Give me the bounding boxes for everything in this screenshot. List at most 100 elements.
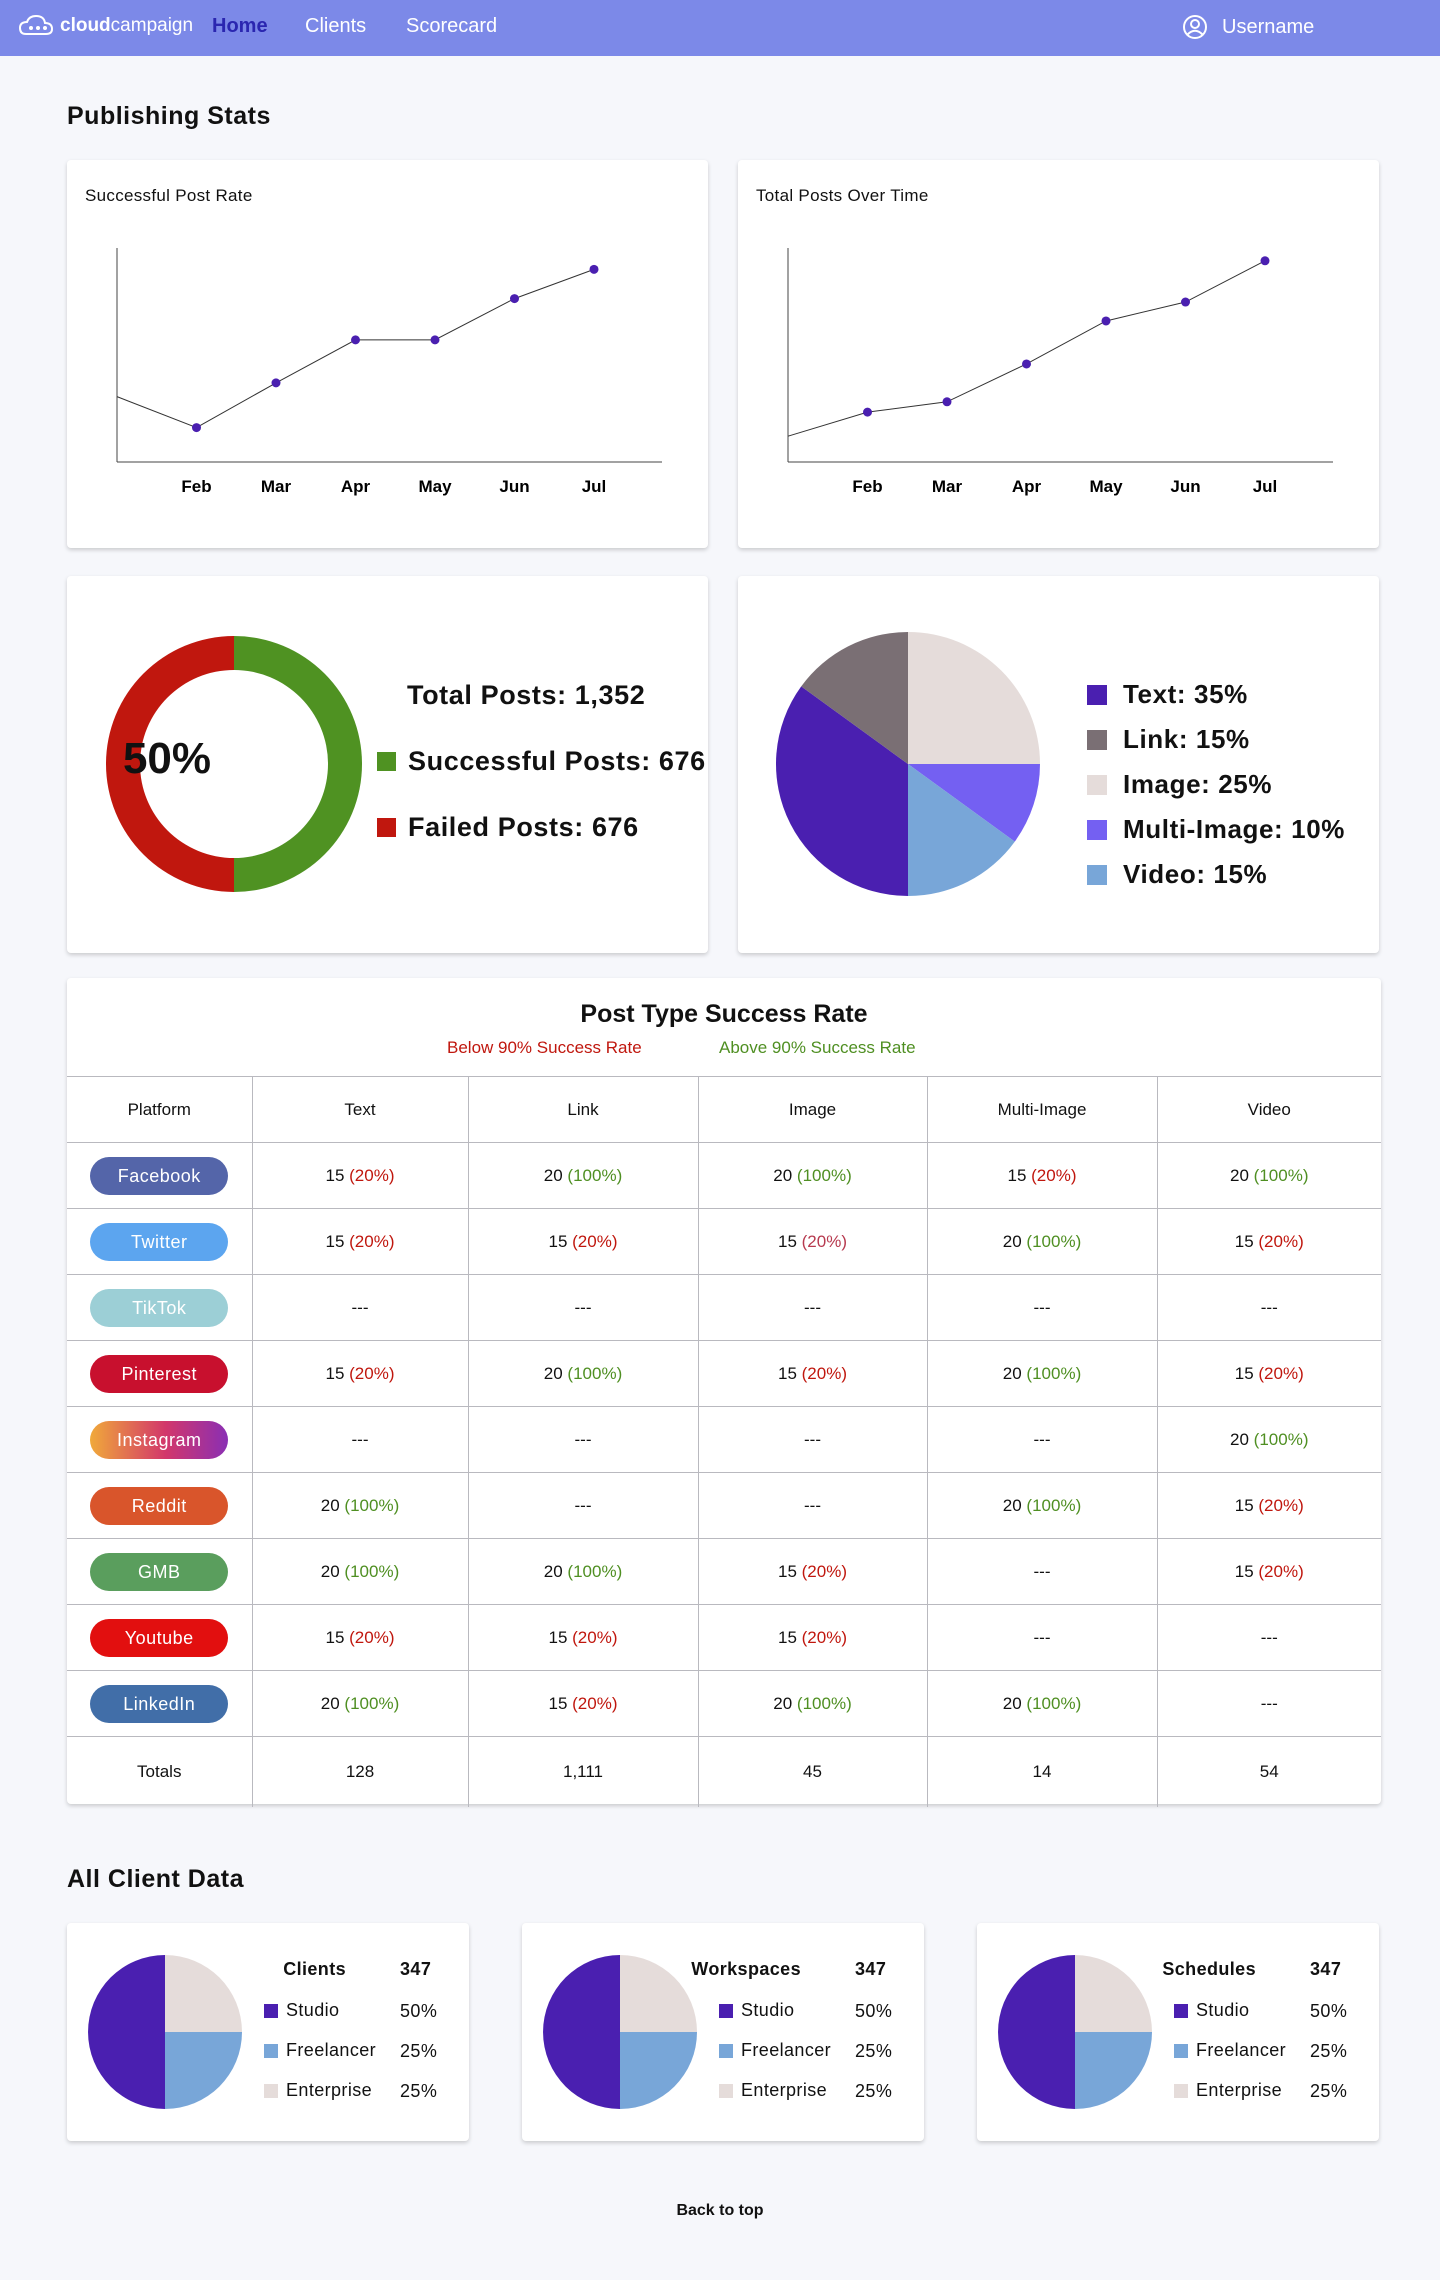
client-breakdown-item: Studio [719, 2000, 794, 2021]
post-count: 15 [777, 1231, 797, 1251]
nav-home[interactable]: Home [212, 15, 268, 38]
platform-badge-pinterest[interactable]: Pinterest [90, 1354, 229, 1393]
success-percent: (100%) [344, 1561, 400, 1581]
logo[interactable]: cloudcampaign [18, 14, 193, 38]
table-cell: 15 (20%) [467, 1670, 699, 1737]
breakdown-label: Enterprise [286, 2080, 373, 2100]
table-cell: 15 (20%) [697, 1604, 928, 1671]
legend-swatch [719, 2003, 733, 2018]
platform-badge-linkedin[interactable]: LinkedIn [90, 1684, 229, 1723]
x-tick-label: Jul [582, 477, 607, 496]
table-cell: 20 (100%) [251, 1538, 469, 1605]
failed-swatch [377, 818, 396, 837]
failed-posts-stat: Failed Posts: 676 [377, 812, 639, 843]
table-cell: --- [467, 1406, 699, 1473]
pie-slice-freelancer [1075, 2032, 1152, 2109]
column-header: Platform [67, 1076, 253, 1143]
pie-slice-enterprise [620, 1955, 697, 2032]
platform-cell: Instagram [67, 1406, 253, 1473]
platform-cell: Facebook [67, 1142, 253, 1209]
post-count: 20 [1002, 1693, 1022, 1713]
client-breakdown-item: Enterprise [1174, 2080, 1282, 2101]
client-card-heading: Clients [283, 1959, 346, 1979]
success-percent: (20%) [572, 1231, 618, 1251]
legend-label: Text: 35% [1123, 679, 1248, 709]
table-cell: 20 (100%) [926, 1670, 1158, 1737]
platform-badge-gmb[interactable]: GMB [90, 1552, 229, 1591]
post-count: 20 [320, 1561, 340, 1581]
user-menu[interactable]: Username [1182, 14, 1314, 40]
post-count: 15 [777, 1627, 797, 1647]
platform-badge-instagram[interactable]: Instagram [90, 1420, 229, 1459]
table-row: Instagram --- --- --- --- 20 (100%) [67, 1406, 1381, 1473]
post-type-pie-card: Text: 35% Link: 15% Image: 25% Multi-Image:… [738, 576, 1379, 953]
post-count: --- [804, 1429, 821, 1449]
success-percent: (100%) [1026, 1693, 1082, 1713]
data-point [351, 335, 360, 345]
breakdown-value: 25% [855, 2041, 893, 2061]
table-cell: 15 (20%) [251, 1142, 469, 1209]
back-to-top-link[interactable]: Back to top [0, 2202, 1440, 2220]
nav-scorecard[interactable]: Scorecard [406, 15, 497, 38]
table-cell: 20 (100%) [697, 1670, 928, 1737]
table-header-row: Platform Text Link Image Multi-Image Video [67, 1076, 1381, 1143]
table-cell: 20 (100%) [1156, 1406, 1381, 1473]
client-card-heading: Workspaces [691, 1959, 801, 1979]
platform-badge-youtube[interactable]: Youtube [90, 1618, 229, 1657]
total-value: 14 [926, 1736, 1158, 1807]
post-count: --- [351, 1429, 369, 1449]
success-percent: (20%) [1258, 1231, 1304, 1251]
table-row: GMB 20 (100%) 20 (100%) 15 (20%) --- 15 (20%) [67, 1538, 1381, 1605]
client-breakdown-item: Freelancer [264, 2040, 376, 2061]
client-pie-chart [998, 1955, 1152, 2109]
client-card-clients: Clients 347 Studio 50% Freelancer 25% Enterpri… [67, 1923, 469, 2141]
x-tick-label: May [418, 477, 452, 496]
table-row: Facebook 15 (20%) 20 (100%) 20 (100%) 15 (20… [67, 1142, 1381, 1209]
platform-badge-tiktok[interactable]: TikTok [90, 1288, 229, 1327]
table-cell: 15 (20%) [467, 1604, 699, 1671]
nav-clients[interactable]: Clients [305, 15, 366, 38]
total-posts-card: Total Posts Over Time Feb Mar Apr May Jun Jul [738, 160, 1379, 548]
breakdown-value: 25% [1310, 2041, 1348, 2061]
post-count: 20 [1002, 1231, 1022, 1251]
post-count: 15 [325, 1363, 345, 1383]
legend-swatch [264, 2043, 278, 2058]
legend-swatch [1087, 729, 1107, 750]
table-cell: --- [1156, 1274, 1381, 1341]
post-count: 20 [1002, 1495, 1022, 1515]
success-percent: (100%) [796, 1693, 852, 1713]
x-tick-label: Feb [181, 477, 211, 496]
client-breakdown-item: Freelancer [719, 2040, 831, 2061]
success-percent: (20%) [572, 1693, 618, 1713]
breakdown-value: 50% [855, 2001, 893, 2021]
post-count: --- [1033, 1297, 1051, 1317]
table-cell: --- [467, 1274, 699, 1341]
table-cell: 15 (20%) [1156, 1472, 1381, 1539]
table-row: Reddit 20 (100%) --- --- 20 (100%) 15 (20%) [67, 1472, 1381, 1539]
platform-cell: TikTok [67, 1274, 253, 1341]
pie-slice-studio [88, 1955, 165, 2109]
data-point [942, 397, 952, 407]
platform-badge-twitter[interactable]: Twitter [90, 1222, 229, 1261]
success-percent: (100%) [1026, 1363, 1082, 1383]
table-cell: 15 (20%) [697, 1538, 928, 1605]
total-value: 45 [697, 1736, 928, 1807]
platform-badge-reddit[interactable]: Reddit [90, 1486, 229, 1525]
success-percent: (100%) [1026, 1495, 1082, 1515]
table-cell: 20 (100%) [251, 1472, 469, 1539]
legend-swatch [264, 2003, 278, 2018]
client-pie-chart [88, 1955, 242, 2109]
table-cell: --- [1156, 1670, 1381, 1737]
pie-legend-item: Link: 15% [1087, 724, 1250, 755]
pie-legend-item: Multi-Image: 10% [1087, 814, 1345, 845]
donut-percent: 50% [122, 734, 212, 783]
success-percent: (20%) [801, 1627, 847, 1647]
table-row: Youtube 15 (20%) 15 (20%) 15 (20%) --- --- [67, 1604, 1381, 1671]
table-cell: 20 (100%) [926, 1472, 1158, 1539]
legend-swatch [1174, 2043, 1188, 2058]
breakdown-value: 25% [400, 2041, 438, 2061]
table-cell: 15 (20%) [1156, 1208, 1381, 1275]
platform-badge-facebook[interactable]: Facebook [90, 1156, 229, 1195]
legend-swatch [1087, 774, 1107, 795]
data-point [271, 378, 281, 388]
